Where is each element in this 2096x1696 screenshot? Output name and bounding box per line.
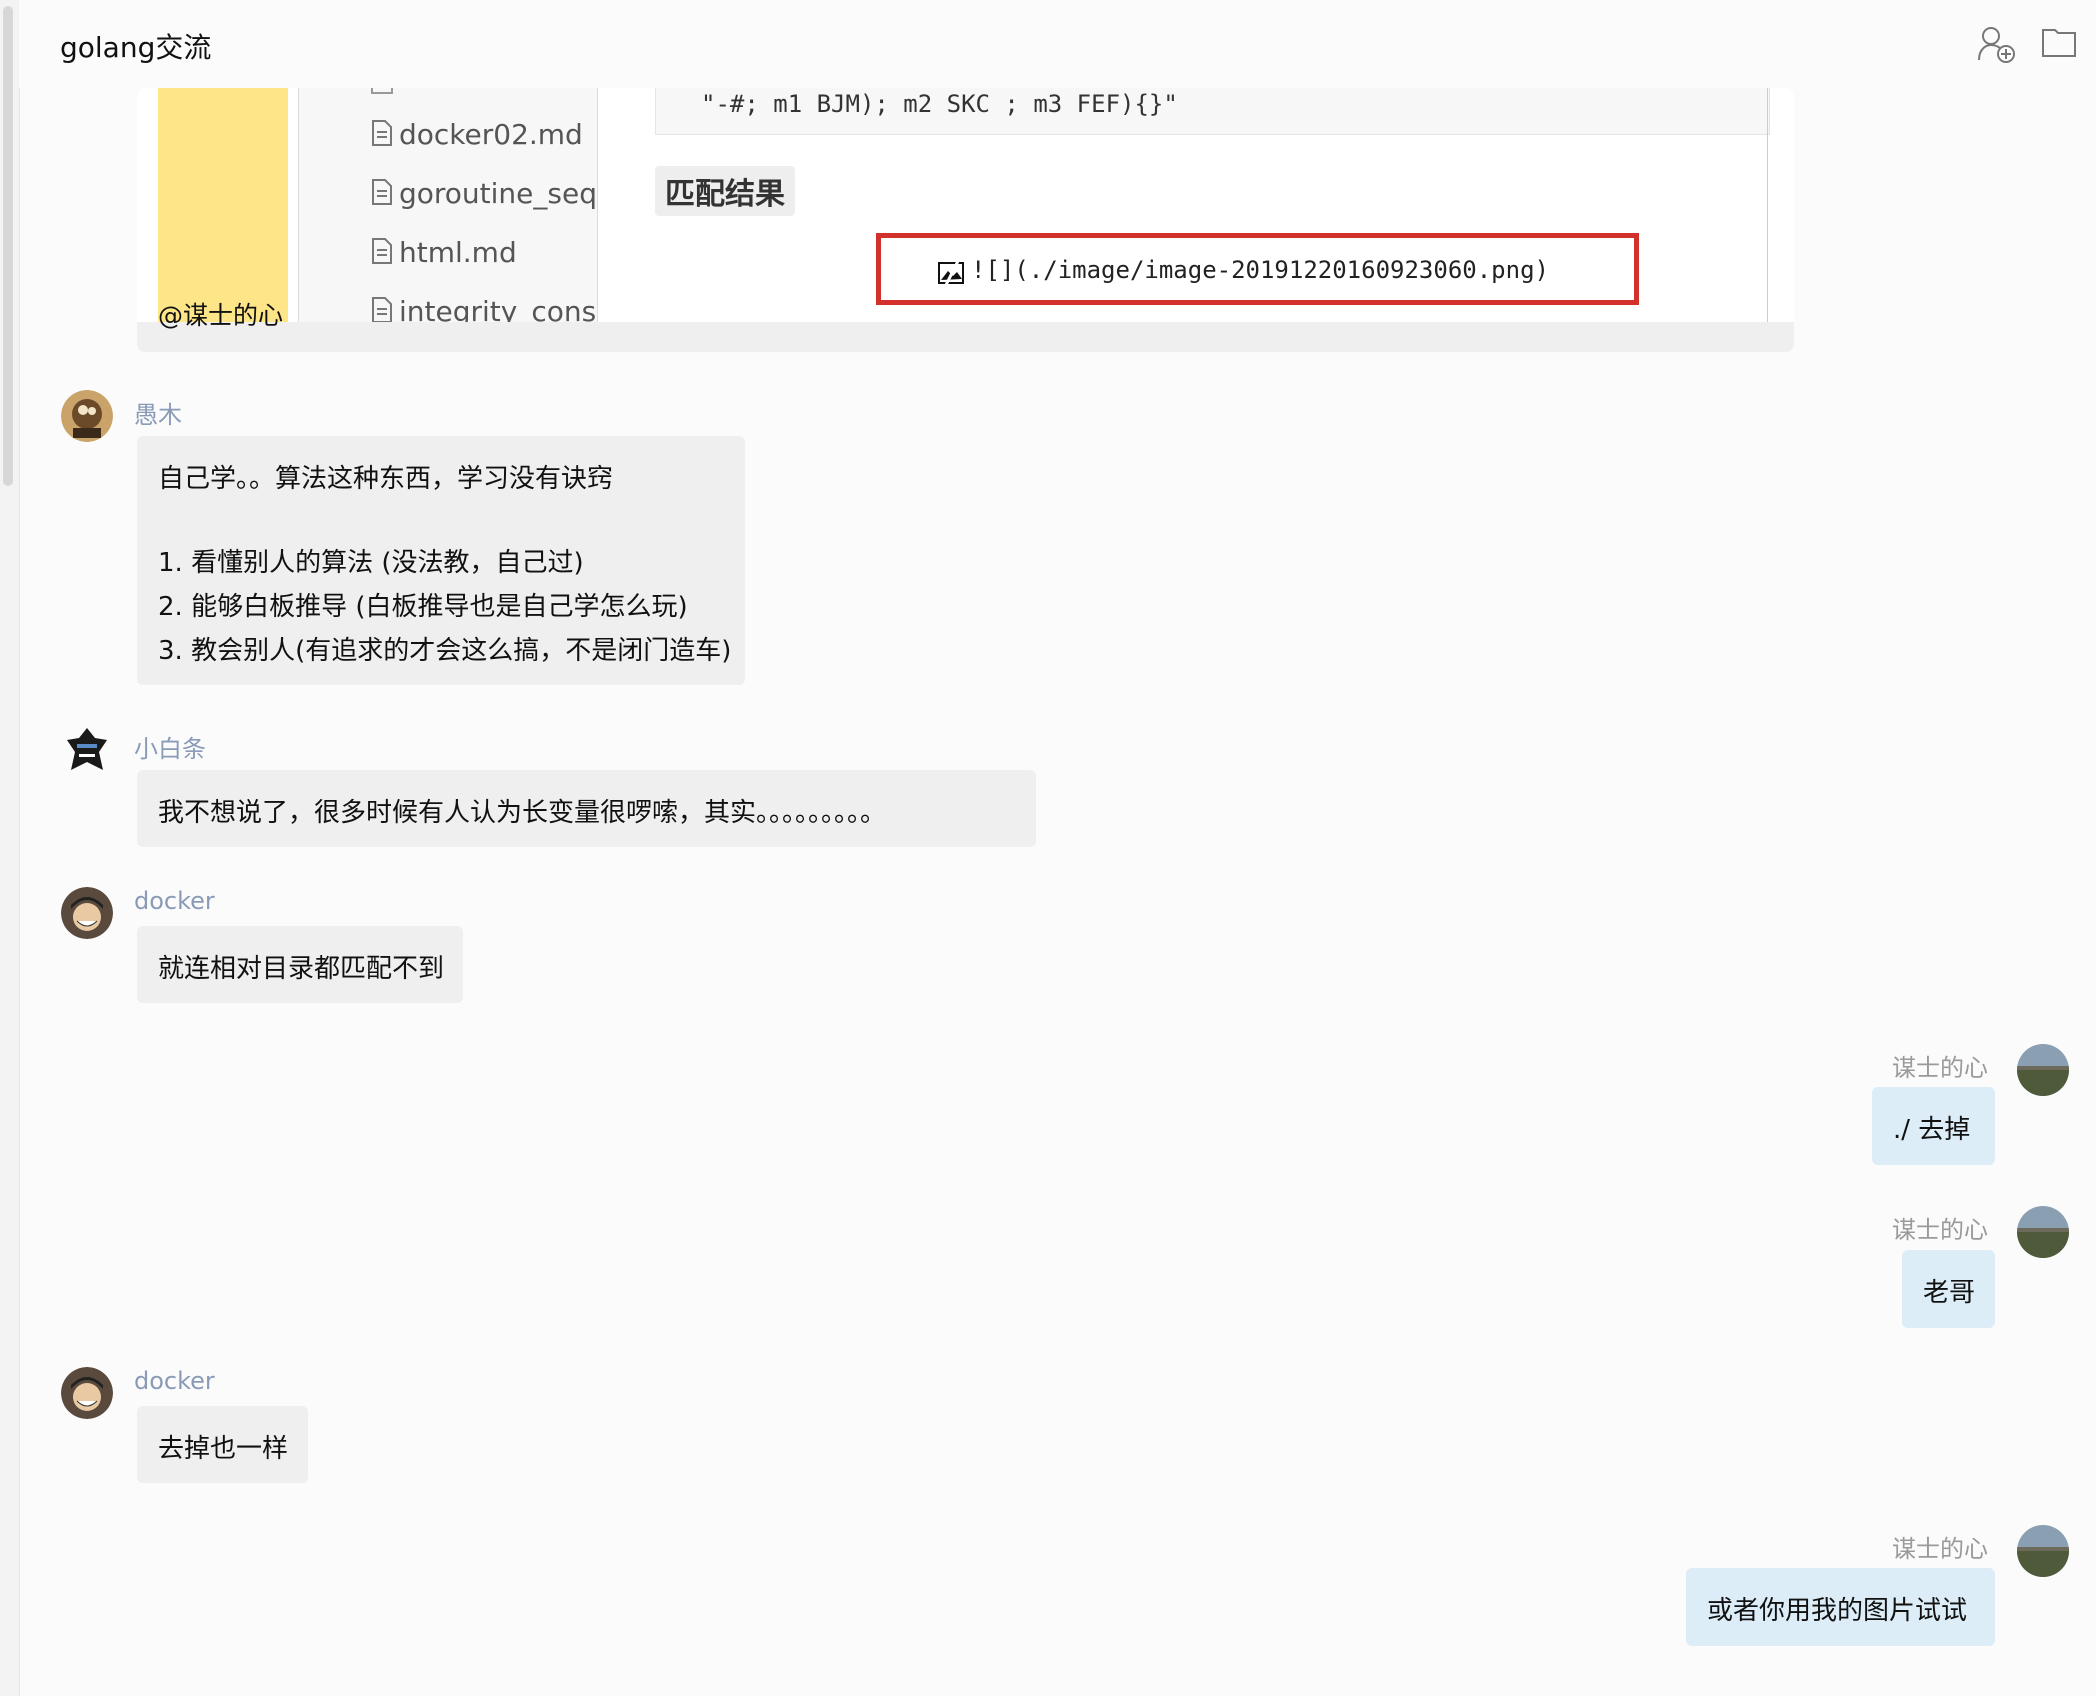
markdown-image-text: ![](./image/image-20191220160923060.png) [971,256,1549,284]
file-item: integrity_const [371,295,598,322]
image-message[interactable]: @谋士的心 docker02.md goroutine_sequ html.md… [137,88,1794,352]
file-name: integrity_const [399,295,598,322]
avatar-xiaobaitiao[interactable] [61,724,113,776]
message-bubble[interactable]: 去掉也一样 [137,1406,308,1483]
avatar-self[interactable] [2017,1525,2069,1577]
file-item: docker02.md [371,118,583,151]
message-bubble-own[interactable]: ./ 去掉 [1872,1087,1995,1165]
message-text: 或者你用我的图片试试 [1707,1596,1968,1626]
file-icon [372,238,392,264]
chat-title: golang交流 [60,31,212,64]
scrollbar[interactable] [0,0,20,1696]
message-text: 我不想说了，很多时候有人认为长变量很啰嗦，其实。。。。。。。。。 [158,798,887,828]
message-line: 自己学。。算法这种东西，学习没有诀窍 [158,464,614,494]
message-text: 就连相对目录都匹配不到 [158,954,445,984]
message-text: ./ 去掉 [1893,1115,1971,1145]
message-bubble[interactable]: 就连相对目录都匹配不到 [137,926,463,1003]
scrollbar-thumb[interactable] [3,6,13,486]
message-bubble-own[interactable]: 老哥 [1902,1250,1995,1328]
file-name: docker02.md [399,118,583,151]
avatar-self[interactable] [2017,1206,2069,1258]
code-block: "-#; m1 BJM); m2 SKC ; m3 FEF){}" [655,88,1770,135]
sender-name[interactable]: docker [134,887,215,915]
message-bubble-own[interactable]: 或者你用我的图片试试 [1686,1568,1995,1646]
message-line: 1. 看懂别人的算法 (没法教，自己过) [158,548,584,578]
avatar-docker[interactable] [61,1367,113,1419]
match-result-heading: 匹配结果 [655,166,795,216]
chat-header: golang交流 [19,0,2096,88]
message-line: 2. 能够白板推导 (白板推导也是自己学怎么玩) [158,592,688,622]
sticky-note [158,88,288,322]
sender-name[interactable]: docker [134,1367,215,1395]
folder-icon[interactable] [2041,24,2077,64]
message-line: 3. 教会别人(有追求的才会这么搞，不是闭门造车) [158,636,732,666]
file-icon [371,88,393,94]
file-icon [372,179,392,205]
message-bubble[interactable]: 我不想说了，很多时候有人认为长变量很啰嗦，其实。。。。。。。。。 [137,770,1036,847]
mention-label: @谋士的心 [158,301,284,330]
sender-name[interactable]: 谋士的心 [1892,1210,1988,1245]
file-name: goroutine_sequ [399,177,598,210]
file-icon [372,297,392,322]
message-bubble[interactable]: 自己学。。算法这种东西，学习没有诀窍 1. 看懂别人的算法 (没法教，自己过) … [137,436,745,685]
code-snippet: "-#; m1 BJM); m2 SKC ; m3 FEF){}" [701,90,1178,118]
file-item: goroutine_sequ [371,177,598,210]
avatar-self[interactable] [2017,1044,2069,1096]
message-text: 去掉也一样 [158,1434,289,1464]
file-name: html.md [399,236,517,269]
sender-name[interactable]: 小白条 [134,729,206,764]
add-user-icon[interactable] [1976,24,2016,68]
screenshot-image: @谋士的心 docker02.md goroutine_sequ html.md… [137,88,1794,330]
avatar-yumu[interactable] [61,390,113,442]
file-item: html.md [371,236,517,269]
highlight-box: ![](./image/image-20191220160923060.png) [876,233,1639,305]
divider [1767,88,1768,322]
avatar-docker[interactable] [61,887,113,939]
sender-name[interactable]: 愚木 [134,395,182,430]
file-list: docker02.md goroutine_sequ html.md integ… [298,88,598,322]
sender-name[interactable]: 谋士的心 [1892,1529,1988,1564]
sender-name[interactable]: 谋士的心 [1892,1048,1988,1083]
broken-image-icon [938,260,964,286]
message-text: 老哥 [1923,1278,1976,1308]
file-icon [372,120,392,146]
